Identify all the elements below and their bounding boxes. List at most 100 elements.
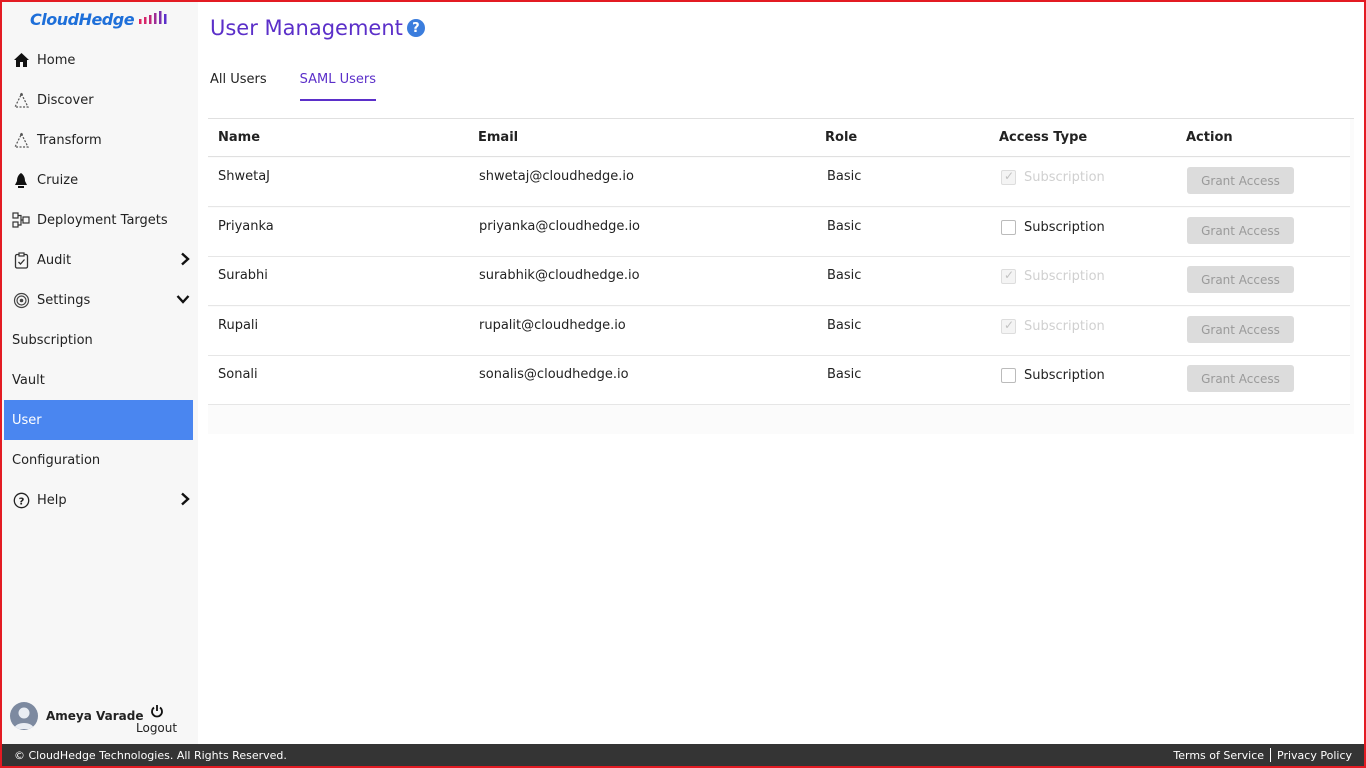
terms-of-service-link[interactable]: Terms of Service	[1173, 749, 1264, 762]
sidebar-item-deployment-targets[interactable]: Deployment Targets	[2, 200, 198, 240]
audit-icon	[12, 251, 30, 269]
sidebar-item-label: Configuration	[12, 452, 101, 468]
sidebar-item-label: Discover	[37, 92, 94, 108]
subscription-checkbox[interactable]	[1001, 220, 1016, 235]
power-icon	[150, 704, 164, 721]
user-email-cell: surabhik@cloudhedge.io	[479, 268, 640, 283]
tab-bar: All Users SAML Users	[210, 72, 409, 101]
home-icon	[12, 51, 30, 69]
user-role-cell: Basic	[827, 169, 862, 184]
subscription-checkbox	[1001, 318, 1016, 334]
grant-access-button[interactable]: Grant Access	[1187, 266, 1294, 293]
deployment-targets-icon	[12, 211, 30, 229]
sidebar: CloudHedge Home Discover Transform Cruiz…	[2, 2, 198, 744]
brand-logo[interactable]: CloudHedge	[30, 10, 168, 29]
user-name-cell: Rupali	[218, 318, 259, 333]
settings-icon	[12, 291, 30, 309]
sidebar-item-vault[interactable]: Vault	[2, 360, 198, 400]
user-email-cell: sonalis@cloudhedge.io	[479, 367, 629, 382]
logout-button[interactable]: Logout	[136, 704, 177, 735]
user-name-cell: Sonali	[218, 367, 258, 382]
chevron-right-icon[interactable]	[180, 252, 190, 270]
sidebar-item-cruize[interactable]: Cruize	[2, 160, 198, 200]
sidebar-item-transform[interactable]: Transform	[2, 120, 198, 160]
column-header-action[interactable]: Action	[1186, 130, 1233, 145]
users-table: Name Email Role Access Type Action Shwet…	[208, 118, 1354, 434]
subscription-checkbox	[1001, 169, 1016, 185]
grant-access-button[interactable]: Grant Access	[1187, 316, 1294, 343]
sidebar-item-label: Vault	[12, 372, 45, 388]
subscription-checkbox[interactable]	[1001, 368, 1016, 383]
sidebar-item-label: Subscription	[12, 332, 93, 348]
sidebar-item-user[interactable]: User	[4, 400, 193, 440]
logout-label: Logout	[136, 721, 178, 735]
user-name-cell: Priyanka	[218, 219, 274, 234]
table-row: Rupali rupalit@cloudhedge.io Basic Subsc…	[208, 307, 1350, 356]
table-row: Sonali sonalis@cloudhedge.io Basic Subsc…	[208, 356, 1350, 405]
transform-icon	[12, 131, 30, 149]
access-type-label: Subscription	[1024, 170, 1105, 185]
sidebar-item-discover[interactable]: Discover	[2, 80, 198, 120]
user-name-cell: Surabhi	[218, 268, 268, 283]
sidebar-item-label: Deployment Targets	[37, 212, 168, 228]
chevron-down-icon[interactable]	[176, 292, 190, 310]
sidebar-item-subscription[interactable]: Subscription	[2, 320, 198, 360]
user-email-cell: rupalit@cloudhedge.io	[479, 318, 626, 333]
column-header-role[interactable]: Role	[825, 130, 857, 145]
sidebar-item-label: Help	[37, 492, 67, 508]
sidebar-item-label: Audit	[37, 252, 72, 268]
avatar	[10, 702, 38, 730]
table-row: Priyanka priyanka@cloudhedge.io Basic Su…	[208, 208, 1350, 257]
sidebar-item-label: Settings	[37, 292, 91, 308]
chevron-right-icon[interactable]	[180, 492, 190, 510]
sidebar-item-configuration[interactable]: Configuration	[2, 440, 198, 480]
access-type-label: Subscription	[1024, 269, 1105, 284]
copyright-text: © CloudHedge Technologies. All Rights Re…	[14, 748, 287, 762]
user-name-cell: ShwetaJ	[218, 169, 271, 184]
access-type-label: Subscription	[1024, 368, 1105, 383]
column-header-email[interactable]: Email	[478, 130, 518, 145]
user-email-cell: priyanka@cloudhedge.io	[479, 219, 641, 234]
table-row: Surabhi surabhik@cloudhedge.io Basic Sub…	[208, 257, 1350, 306]
footer-links: Terms of Service Privacy Policy	[1173, 748, 1352, 762]
user-role-cell: Basic	[827, 219, 862, 234]
discover-icon	[12, 91, 30, 109]
sidebar-item-audit[interactable]: Audit	[2, 240, 198, 280]
svg-text:?: ?	[18, 496, 24, 507]
user-role-cell: Basic	[827, 318, 862, 333]
sidebar-item-label: Transform	[37, 132, 102, 148]
table-row: ShwetaJ shwetaj@cloudhedge.io Basic Subs…	[208, 158, 1350, 207]
sidebar-item-label: User	[12, 412, 42, 428]
footer-divider	[1270, 748, 1272, 762]
table-header: Name Email Role Access Type Action	[208, 119, 1350, 157]
tab-saml-users[interactable]: SAML Users	[299, 72, 377, 101]
sidebar-item-help[interactable]: ? Help	[2, 480, 198, 520]
subscription-checkbox	[1001, 268, 1016, 284]
sidebar-item-label: Home	[37, 52, 76, 68]
user-profile[interactable]: Ameya Varade	[10, 702, 144, 730]
privacy-policy-link[interactable]: Privacy Policy	[1277, 749, 1352, 762]
column-header-name[interactable]: Name	[218, 130, 260, 145]
access-type-label: Subscription	[1024, 220, 1105, 235]
help-icon: ?	[12, 491, 30, 509]
footer: © CloudHedge Technologies. All Rights Re…	[2, 744, 1364, 766]
sidebar-nav: Home Discover Transform Cruize Deploymen…	[2, 40, 198, 520]
grant-access-button[interactable]: Grant Access	[1187, 167, 1294, 194]
page-title-text: User Management	[210, 16, 403, 40]
help-circle-icon[interactable]: ?	[406, 19, 425, 37]
sidebar-item-home[interactable]: Home	[2, 40, 198, 80]
grant-access-button[interactable]: Grant Access	[1187, 217, 1294, 244]
main-content: User Management ? All Users SAML Users N…	[198, 2, 1364, 744]
signal-bars-icon	[138, 10, 168, 29]
user-role-cell: Basic	[827, 268, 862, 283]
tab-all-users[interactable]: All Users	[210, 72, 267, 101]
grant-access-button[interactable]: Grant Access	[1187, 365, 1294, 392]
user-role-cell: Basic	[827, 367, 862, 382]
sidebar-item-label: Cruize	[37, 172, 79, 188]
cruize-icon	[12, 171, 30, 189]
page-title: User Management ?	[210, 16, 425, 40]
column-header-access-type[interactable]: Access Type	[999, 130, 1087, 145]
sidebar-item-settings[interactable]: Settings	[2, 280, 198, 320]
brand-name: CloudHedge	[30, 10, 135, 29]
user-name: Ameya Varade	[46, 709, 144, 723]
